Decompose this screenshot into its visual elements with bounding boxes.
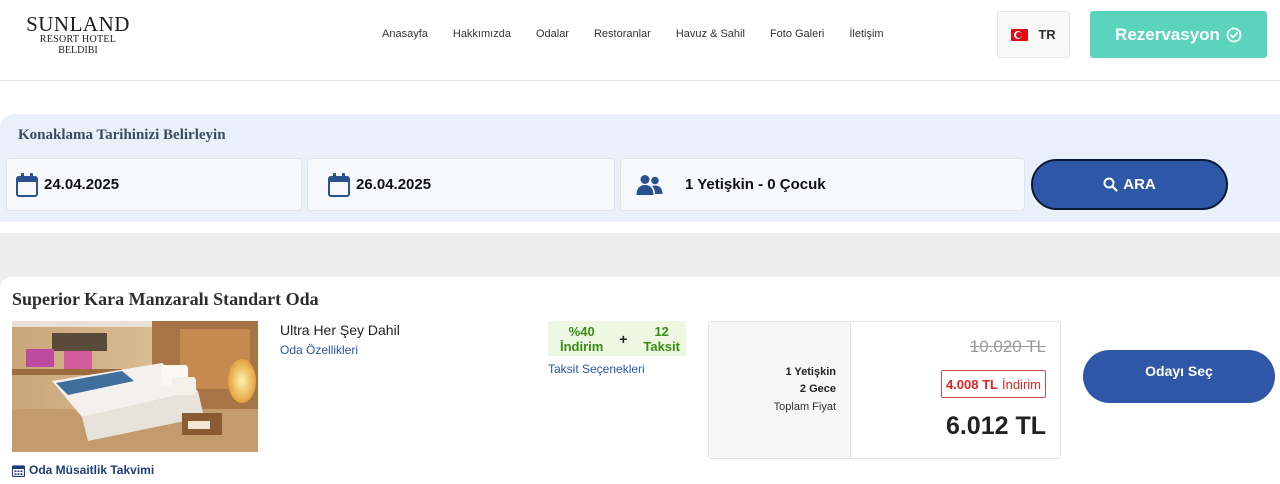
calendar-icon <box>328 172 350 197</box>
discount-percent: %40 <box>568 323 595 339</box>
people-icon <box>636 174 663 195</box>
logo-line-2: RESORT HOTEL <box>39 34 117 45</box>
site-header: SUNLAND RESORT HOTEL BELDIBI Anasayfa Ha… <box>0 0 1280 81</box>
night-count: 2 Gece <box>799 383 836 395</box>
total-price: 6.012 TL <box>945 412 1046 440</box>
installment-promo: 12 Taksit <box>643 324 680 354</box>
hotel-logo[interactable]: SUNLAND RESORT HOTEL BELDIBI <box>26 12 130 57</box>
room-title: Superior Kara Manzaralı Standart Oda <box>12 289 319 309</box>
nav-odalar[interactable]: Odalar <box>536 28 569 40</box>
room-photo[interactable] <box>12 321 258 452</box>
reservation-button[interactable]: Rezervasyon <box>1090 11 1267 58</box>
discount-badge: 4.008 TL İndirim <box>940 370 1046 398</box>
search-button[interactable]: ARA <box>1031 159 1228 210</box>
nav-restoranlar[interactable]: Restoranlar <box>594 28 651 40</box>
checkin-date-value: 24.04.2025 <box>44 176 120 193</box>
total-price-label: Toplam Fiyat <box>773 401 836 413</box>
calendar-icon <box>16 172 38 197</box>
nav-anasayfa[interactable]: Anasayfa <box>382 28 428 40</box>
nav-havuz-sahil[interactable]: Havuz & Sahil <box>676 28 745 40</box>
room-availability-calendar-label: Oda Müsaitlik Takvimi <box>29 463 155 477</box>
checkin-date-field[interactable]: 24.04.2025 <box>6 158 302 211</box>
select-room-button-label: Odayı Seç <box>1145 363 1213 379</box>
discount-label: İndirim <box>560 338 604 354</box>
promo-plus: + <box>619 330 628 347</box>
discount-text: İndirim <box>1001 376 1041 392</box>
price-box: 1 Yetişkin 2 Gece Toplam Fiyat 10.020 TL… <box>708 321 1061 459</box>
logo-line-3: BELDIBI <box>58 45 98 56</box>
price-summary: 1 Yetişkin 2 Gece Toplam Fiyat <box>709 322 851 458</box>
room-availability-calendar-link[interactable]: Oda Müsaitlik Takvimi <box>12 463 154 477</box>
nav-iletisim[interactable]: İletişim <box>849 28 883 40</box>
guests-value: 1 Yetişkin - 0 Çocuk <box>685 176 826 193</box>
adult-count: 1 Yetişkin <box>785 366 836 378</box>
room-board-type: Ultra Her Şey Dahil <box>280 322 400 338</box>
promo-badge: %40 İndirim + 12 Taksit <box>548 321 686 356</box>
check-circle-icon <box>1226 27 1242 42</box>
installment-options-link[interactable]: Taksit Seçenekleri <box>548 362 645 376</box>
reservation-button-label: Rezervasyon <box>1115 24 1220 44</box>
search-icon <box>1103 177 1118 192</box>
main-nav: Anasayfa Hakkımızda Odalar Restoranlar H… <box>382 28 909 40</box>
old-price: 10.020 TL <box>969 337 1046 356</box>
calendar-icon <box>12 464 25 477</box>
guests-field[interactable]: 1 Yetişkin - 0 Çocuk <box>620 158 1025 211</box>
room-features-link[interactable]: Oda Özellikleri <box>280 343 358 357</box>
nav-hakkimizda[interactable]: Hakkımızda <box>453 28 511 40</box>
installment-label: Taksit <box>643 338 680 354</box>
checkout-date-field[interactable]: 26.04.2025 <box>307 158 615 211</box>
search-button-label: ARA <box>1123 176 1156 193</box>
logo-line-1: SUNLAND <box>26 12 130 36</box>
turkey-flag-icon <box>1011 28 1029 41</box>
language-code: TR <box>1038 27 1056 42</box>
discount-amount: 4.008 TL <box>945 376 998 392</box>
search-panel-title: Konaklama Tarihinizi Belirleyin <box>18 127 226 143</box>
select-room-button[interactable]: Odayı Seç <box>1083 350 1275 403</box>
discount-promo: %40 İndirim <box>560 324 603 354</box>
installment-count: 12 <box>654 323 669 339</box>
language-selector[interactable]: TR <box>997 11 1070 58</box>
checkout-date-value: 26.04.2025 <box>356 176 432 193</box>
nav-foto-galeri[interactable]: Foto Galeri <box>770 28 824 40</box>
